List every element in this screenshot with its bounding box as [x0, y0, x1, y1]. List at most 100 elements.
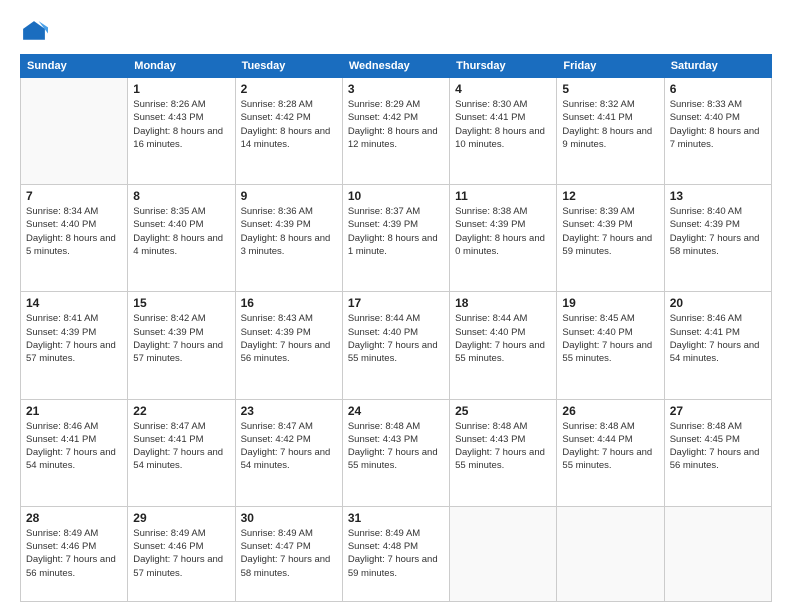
day-info: Sunrise: 8:38 AMSunset: 4:39 PMDaylight:…	[455, 205, 551, 258]
day-number: 24	[348, 404, 444, 418]
day-info: Sunrise: 8:39 AMSunset: 4:39 PMDaylight:…	[562, 205, 658, 258]
calendar-week-5: 28Sunrise: 8:49 AMSunset: 4:46 PMDayligh…	[21, 506, 772, 601]
calendar-cell: 27Sunrise: 8:48 AMSunset: 4:45 PMDayligh…	[664, 399, 771, 506]
day-info: Sunrise: 8:48 AMSunset: 4:43 PMDaylight:…	[348, 420, 444, 473]
day-info: Sunrise: 8:46 AMSunset: 4:41 PMDaylight:…	[670, 312, 766, 365]
weekday-header-monday: Monday	[128, 55, 235, 78]
day-number: 9	[241, 189, 337, 203]
calendar-week-4: 21 Sunrise: 8:46 AMSunset: 4:41 PMDayligh…	[21, 399, 772, 506]
day-number: 17	[348, 296, 444, 310]
day-number: 16	[241, 296, 337, 310]
calendar-cell: 16Sunrise: 8:43 AMSunset: 4:39 PMDayligh…	[235, 292, 342, 399]
day-info: Sunrise: 8:49 AMSunset: 4:48 PMDaylight:…	[348, 527, 444, 580]
calendar-cell: 13 Sunrise: 8:40 AMSunset: 4:39 PMDayligh…	[664, 185, 771, 292]
day-info: Sunrise: 8:48 AMSunset: 4:45 PMDaylight:…	[670, 420, 766, 473]
calendar-cell: 12 Sunrise: 8:39 AMSunset: 4:39 PMDayligh…	[557, 185, 664, 292]
day-info: Sunrise: 8:28 AMSunset: 4:42 PMDaylight:…	[241, 98, 337, 151]
calendar-cell: 19 Sunrise: 8:45 AMSunset: 4:40 PMDayligh…	[557, 292, 664, 399]
day-number: 11	[455, 189, 551, 203]
calendar-cell: 30 Sunrise: 8:49 AMSunset: 4:47 PMDayligh…	[235, 506, 342, 601]
day-number: 23	[241, 404, 337, 418]
calendar-cell: 25 Sunrise: 8:48 AMSunset: 4:43 PMDayligh…	[450, 399, 557, 506]
logo-icon	[20, 18, 48, 46]
calendar-cell: 29Sunrise: 8:49 AMSunset: 4:46 PMDayligh…	[128, 506, 235, 601]
weekday-header-friday: Friday	[557, 55, 664, 78]
day-number: 8	[133, 189, 229, 203]
day-info: Sunrise: 8:42 AMSunset: 4:39 PMDaylight:…	[133, 312, 229, 365]
day-number: 2	[241, 82, 337, 96]
day-info: Sunrise: 8:37 AMSunset: 4:39 PMDaylight:…	[348, 205, 444, 258]
day-number: 10	[348, 189, 444, 203]
calendar-cell: 24 Sunrise: 8:48 AMSunset: 4:43 PMDayligh…	[342, 399, 449, 506]
day-number: 22	[133, 404, 229, 418]
day-info: Sunrise: 8:47 AMSunset: 4:42 PMDaylight:…	[241, 420, 337, 473]
day-info: Sunrise: 8:33 AMSunset: 4:40 PMDaylight:…	[670, 98, 766, 151]
calendar-cell: 8 Sunrise: 8:35 AMSunset: 4:40 PMDaylight…	[128, 185, 235, 292]
calendar-cell: 17 Sunrise: 8:44 AMSunset: 4:40 PMDayligh…	[342, 292, 449, 399]
logo	[20, 18, 52, 46]
day-number: 12	[562, 189, 658, 203]
day-number: 20	[670, 296, 766, 310]
day-info: Sunrise: 8:48 AMSunset: 4:43 PMDaylight:…	[455, 420, 551, 473]
weekday-header-sunday: Sunday	[21, 55, 128, 78]
calendar-cell: 4 Sunrise: 8:30 AMSunset: 4:41 PMDaylight…	[450, 78, 557, 185]
calendar-cell	[557, 506, 664, 601]
day-info: Sunrise: 8:30 AMSunset: 4:41 PMDaylight:…	[455, 98, 551, 151]
day-info: Sunrise: 8:26 AMSunset: 4:43 PMDaylight:…	[133, 98, 229, 151]
day-number: 5	[562, 82, 658, 96]
day-number: 19	[562, 296, 658, 310]
day-number: 30	[241, 511, 337, 525]
day-number: 31	[348, 511, 444, 525]
day-info: Sunrise: 8:44 AMSunset: 4:40 PMDaylight:…	[455, 312, 551, 365]
calendar-cell: 2 Sunrise: 8:28 AMSunset: 4:42 PMDaylight…	[235, 78, 342, 185]
calendar-cell: 9 Sunrise: 8:36 AMSunset: 4:39 PMDaylight…	[235, 185, 342, 292]
calendar-cell: 20 Sunrise: 8:46 AMSunset: 4:41 PMDayligh…	[664, 292, 771, 399]
day-info: Sunrise: 8:45 AMSunset: 4:40 PMDaylight:…	[562, 312, 658, 365]
calendar-cell: 7 Sunrise: 8:34 AMSunset: 4:40 PMDaylight…	[21, 185, 128, 292]
calendar-cell: 18 Sunrise: 8:44 AMSunset: 4:40 PMDayligh…	[450, 292, 557, 399]
day-number: 13	[670, 189, 766, 203]
weekday-header-wednesday: Wednesday	[342, 55, 449, 78]
day-info: Sunrise: 8:47 AMSunset: 4:41 PMDaylight:…	[133, 420, 229, 473]
calendar-cell: 1 Sunrise: 8:26 AMSunset: 4:43 PMDaylight…	[128, 78, 235, 185]
day-number: 1	[133, 82, 229, 96]
day-info: Sunrise: 8:34 AMSunset: 4:40 PMDaylight:…	[26, 205, 122, 258]
calendar-cell: 21 Sunrise: 8:46 AMSunset: 4:41 PMDayligh…	[21, 399, 128, 506]
weekday-header-tuesday: Tuesday	[235, 55, 342, 78]
calendar-cell: 28Sunrise: 8:49 AMSunset: 4:46 PMDayligh…	[21, 506, 128, 601]
day-info: Sunrise: 8:40 AMSunset: 4:39 PMDaylight:…	[670, 205, 766, 258]
day-number: 7	[26, 189, 122, 203]
header	[20, 18, 772, 46]
day-info: Sunrise: 8:49 AMSunset: 4:47 PMDaylight:…	[241, 527, 337, 580]
calendar-cell: 22 Sunrise: 8:47 AMSunset: 4:41 PMDayligh…	[128, 399, 235, 506]
calendar-table: SundayMondayTuesdayWednesdayThursdayFrid…	[20, 54, 772, 602]
weekday-header-saturday: Saturday	[664, 55, 771, 78]
calendar-cell: 3Sunrise: 8:29 AMSunset: 4:42 PMDaylight…	[342, 78, 449, 185]
calendar-week-3: 14 Sunrise: 8:41 AMSunset: 4:39 PMDayligh…	[21, 292, 772, 399]
calendar-cell: 31 Sunrise: 8:49 AMSunset: 4:48 PMDayligh…	[342, 506, 449, 601]
day-number: 21	[26, 404, 122, 418]
day-info: Sunrise: 8:44 AMSunset: 4:40 PMDaylight:…	[348, 312, 444, 365]
day-info: Sunrise: 8:41 AMSunset: 4:39 PMDaylight:…	[26, 312, 122, 365]
day-number: 29	[133, 511, 229, 525]
day-number: 25	[455, 404, 551, 418]
calendar-cell: 10 Sunrise: 8:37 AMSunset: 4:39 PMDayligh…	[342, 185, 449, 292]
day-info: Sunrise: 8:35 AMSunset: 4:40 PMDaylight:…	[133, 205, 229, 258]
day-number: 28	[26, 511, 122, 525]
day-number: 6	[670, 82, 766, 96]
calendar-cell: 11 Sunrise: 8:38 AMSunset: 4:39 PMDayligh…	[450, 185, 557, 292]
day-number: 14	[26, 296, 122, 310]
calendar-week-1: 1 Sunrise: 8:26 AMSunset: 4:43 PMDaylight…	[21, 78, 772, 185]
day-number: 3	[348, 82, 444, 96]
day-number: 15	[133, 296, 229, 310]
page: SundayMondayTuesdayWednesdayThursdayFrid…	[0, 0, 792, 612]
calendar-cell: 5Sunrise: 8:32 AMSunset: 4:41 PMDaylight…	[557, 78, 664, 185]
calendar-cell: 26Sunrise: 8:48 AMSunset: 4:44 PMDayligh…	[557, 399, 664, 506]
calendar-cell	[450, 506, 557, 601]
day-info: Sunrise: 8:36 AMSunset: 4:39 PMDaylight:…	[241, 205, 337, 258]
day-info: Sunrise: 8:46 AMSunset: 4:41 PMDaylight:…	[26, 420, 122, 473]
calendar-cell: 6 Sunrise: 8:33 AMSunset: 4:40 PMDaylight…	[664, 78, 771, 185]
calendar-week-2: 7 Sunrise: 8:34 AMSunset: 4:40 PMDaylight…	[21, 185, 772, 292]
day-number: 4	[455, 82, 551, 96]
day-number: 18	[455, 296, 551, 310]
